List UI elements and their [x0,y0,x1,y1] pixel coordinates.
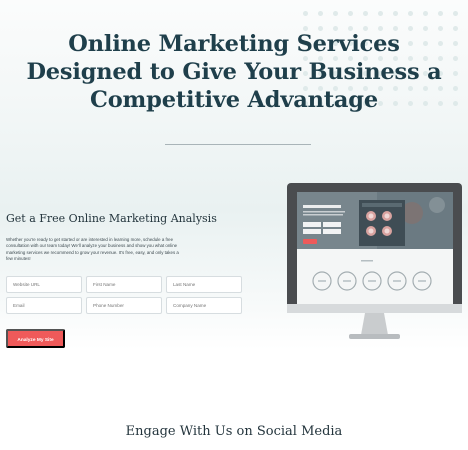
phone-number-input[interactable] [86,297,162,314]
social-media-heading: Engage With Us on Social Media [125,424,343,439]
website-url-input[interactable] [6,276,82,293]
form-description: Whether you're ready to get started or a… [6,237,179,262]
headline-line-3-bold: Advantage [247,87,379,113]
headline-line-1: Online Marketing Services [68,31,400,57]
form-title: Get a Free Online Marketing Analysis [6,212,217,225]
email-input[interactable] [6,297,82,314]
first-name-input[interactable] [86,276,162,293]
analyze-my-site-button[interactable]: Analyze My Site [6,329,65,348]
hero-headline: Online Marketing Services Designed to Gi… [0,30,468,114]
headline-line-3-lead: Competitive [90,87,248,113]
monitor-illustration [287,183,462,339]
last-name-input[interactable] [166,276,242,293]
company-name-input[interactable] [166,297,242,314]
section-divider [165,144,311,145]
headline-line-2: Designed to Give Your Business a [26,59,442,85]
